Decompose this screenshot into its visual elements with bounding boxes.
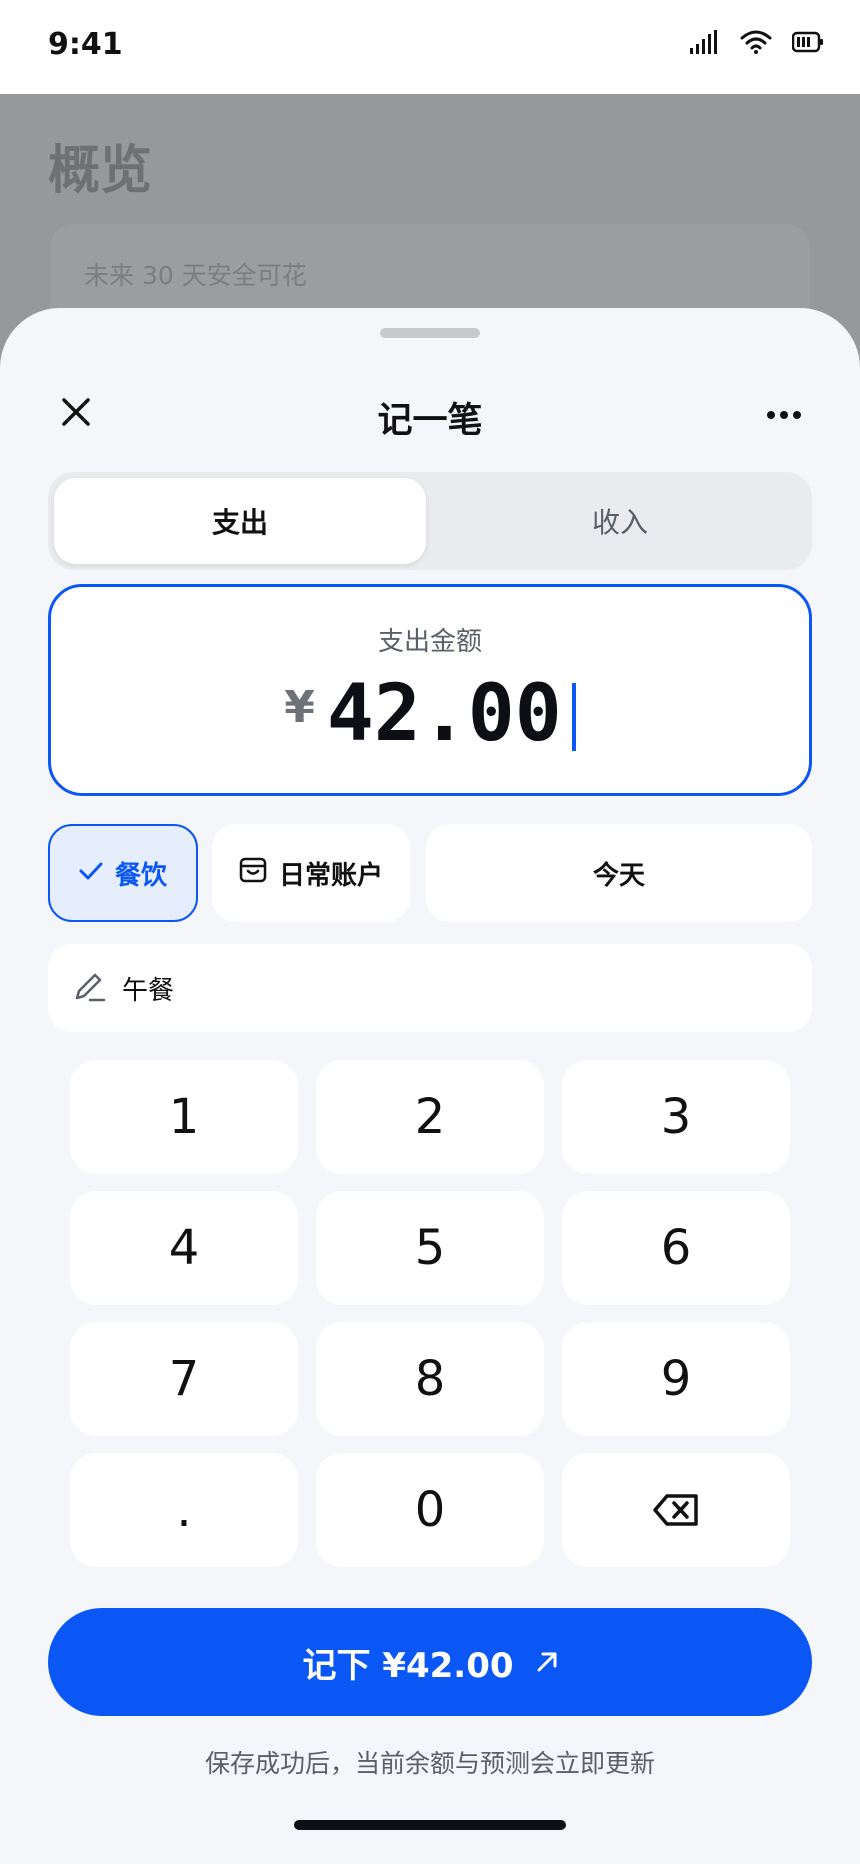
text-caret — [571, 683, 576, 751]
sheet-header: 记一笔 — [0, 378, 860, 448]
backspace-icon — [653, 1482, 699, 1538]
wifi-icon — [740, 30, 772, 58]
save-hint: 保存成功后，当前余额与预测会立即更新 — [204, 1749, 655, 1778]
key-5[interactable]: 5 — [316, 1191, 544, 1305]
key-3[interactable]: 3 — [562, 1060, 790, 1174]
note-field[interactable]: 午餐 — [48, 944, 812, 1032]
check-icon — [79, 858, 103, 888]
type-segmented-control: 支出 收入 — [48, 472, 812, 570]
key-1[interactable]: 1 — [70, 1060, 298, 1174]
status-icons — [690, 30, 824, 58]
category-chip-label: 餐饮 — [114, 860, 167, 891]
amount-label: 支出金额 — [377, 627, 482, 657]
key-8[interactable]: 8 — [316, 1322, 544, 1436]
arrow-up-right-icon — [536, 1642, 558, 1682]
account-chip[interactable]: 日常账户 — [212, 824, 410, 922]
amount-field[interactable]: 支出金额 ¥ 42.00 — [48, 584, 812, 796]
key-2[interactable]: 2 — [316, 1060, 544, 1174]
wallet-icon — [239, 857, 267, 890]
entry-options: 餐饮 日常账户 今天 — [48, 824, 812, 922]
note-value: 午餐 — [122, 975, 175, 1006]
key-backspace[interactable] — [562, 1453, 790, 1567]
key-9[interactable]: 9 — [562, 1322, 790, 1436]
background-page-title: 概览 — [48, 141, 153, 201]
key-0[interactable]: 0 — [316, 1453, 544, 1567]
tab-income[interactable]: 收入 — [434, 478, 806, 564]
date-chip-label: 今天 — [592, 860, 645, 891]
category-chip[interactable]: 餐饮 — [48, 824, 198, 922]
date-chip[interactable]: 今天 — [426, 824, 812, 922]
more-button[interactable] — [756, 386, 812, 442]
add-entry-sheet: 记一笔 支出 收入 支出金额 ¥ 42.00 餐饮 日常账户 今天 午餐 1 2… — [0, 308, 860, 1864]
sheet-drag-handle[interactable] — [380, 328, 480, 338]
key-4[interactable]: 4 — [70, 1191, 298, 1305]
tab-expense[interactable]: 支出 — [54, 478, 426, 564]
account-chip-label: 日常账户 — [278, 860, 383, 891]
status-time: 9:41 — [48, 27, 123, 62]
save-entry-button[interactable]: 记下 ¥42.00 — [48, 1608, 812, 1716]
background-card-subtitle: 未来 30 天安全可花 — [84, 261, 307, 290]
key-decimal[interactable]: . — [70, 1453, 298, 1567]
home-indicator — [294, 1820, 566, 1830]
currency-symbol: ¥ — [284, 682, 315, 733]
amount-value: 42.00 — [326, 669, 562, 759]
status-bar: 9:41 — [0, 0, 860, 94]
more-icon — [766, 405, 802, 424]
battery-icon — [791, 31, 824, 57]
amount-display: ¥ 42.00 — [51, 675, 809, 753]
key-7[interactable]: 7 — [70, 1322, 298, 1436]
save-entry-label: 记下 ¥42.00 — [302, 1645, 514, 1686]
sheet-title: 记一笔 — [377, 401, 483, 441]
signal-icon — [690, 30, 720, 58]
pencil-icon — [72, 969, 106, 1007]
key-6[interactable]: 6 — [562, 1191, 790, 1305]
